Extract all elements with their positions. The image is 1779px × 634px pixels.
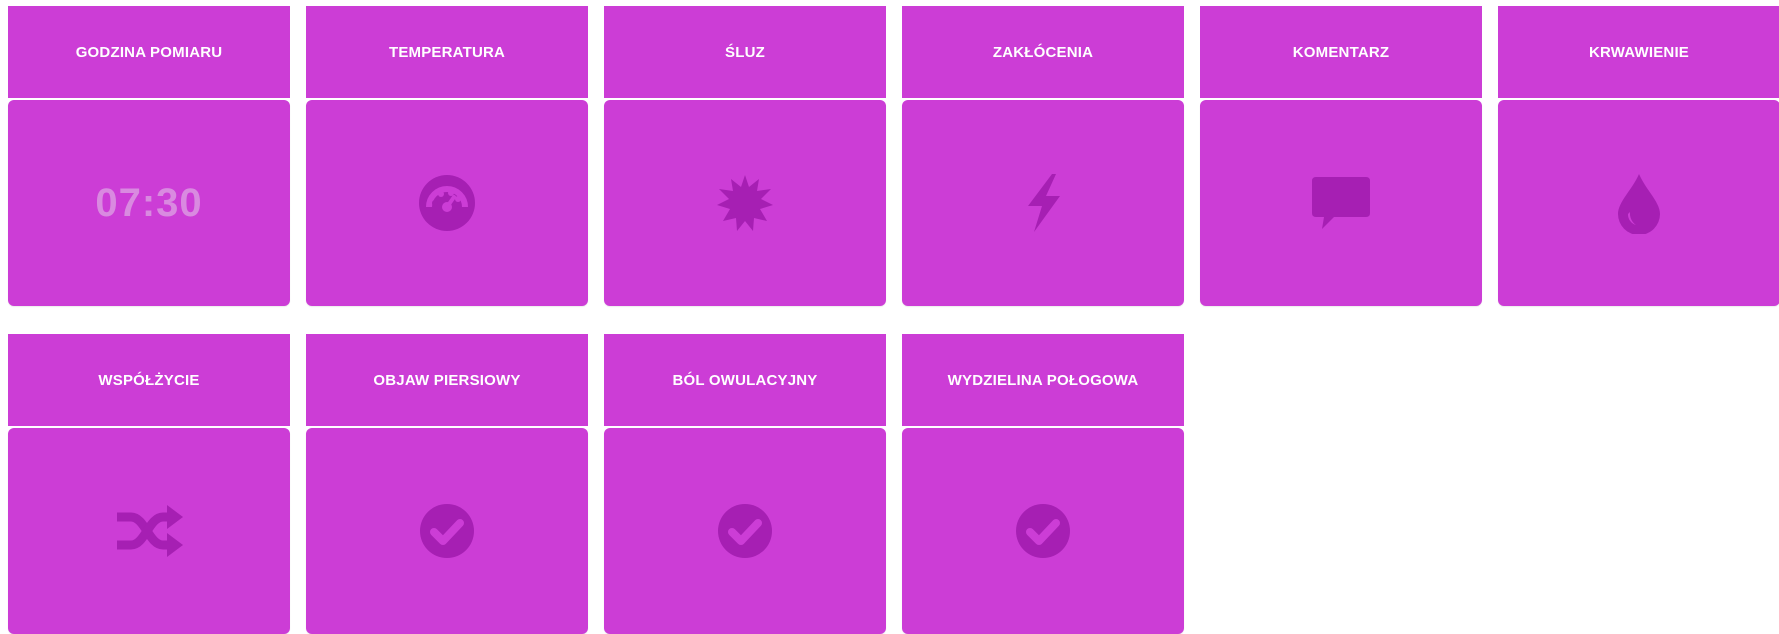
tile-bol-owulacyjny[interactable]: BÓL OWULACYJNY [604, 334, 886, 634]
check-circle-icon [717, 503, 773, 559]
tile-header-label: BÓL OWULACYJNY [604, 334, 886, 426]
dashboard-gauge-icon [417, 173, 477, 233]
tile-header-label: GODZINA POMIARU [8, 6, 290, 98]
tile-body[interactable] [1200, 100, 1482, 306]
check-circle-icon [1015, 503, 1071, 559]
tile-zaklocenia[interactable]: ZAKŁÓCENIA [902, 6, 1184, 306]
check-circle-icon [419, 503, 475, 559]
comment-icon [1310, 175, 1372, 231]
tile-wspolzycie[interactable]: WSPÓŁŻYCIE [8, 334, 290, 634]
tile-header-label: KOMENTARZ [1200, 6, 1482, 98]
time-value: 07:30 [95, 180, 203, 225]
tile-krwawienie[interactable]: KRWAWIENIE [1498, 6, 1779, 306]
tile-body[interactable]: 07:30 [8, 100, 290, 306]
tile-body[interactable] [604, 100, 886, 306]
bolt-icon [1018, 172, 1068, 234]
tile-header-label: WSPÓŁŻYCIE [8, 334, 290, 426]
tile-header-label: WYDZIELINA POŁOGOWA [902, 334, 1184, 426]
tile-header-label: ZAKŁÓCENIA [902, 6, 1184, 98]
certificate-burst-icon [715, 173, 775, 233]
random-shuffle-icon [115, 505, 183, 557]
tile-header-label: OBJAW PIERSIOWY [306, 334, 588, 426]
tile-header-label: KRWAWIENIE [1498, 6, 1779, 98]
tile-body[interactable] [902, 100, 1184, 306]
tile-body[interactable] [8, 428, 290, 634]
tile-body[interactable] [1498, 100, 1779, 306]
tile-body[interactable] [306, 100, 588, 306]
tile-body[interactable] [604, 428, 886, 634]
drop-icon [1616, 172, 1662, 234]
measurement-tiles-grid: GODZINA POMIARU 07:30 TEMPERATURA ŚLUZ Z… [0, 0, 1779, 634]
tile-objaw-piersiowy[interactable]: OBJAW PIERSIOWY [306, 334, 588, 634]
tile-sluz[interactable]: ŚLUZ [604, 6, 886, 306]
tile-komentarz[interactable]: KOMENTARZ [1200, 6, 1482, 306]
tile-header-label: TEMPERATURA [306, 6, 588, 98]
tile-wydzielina-pologowa[interactable]: WYDZIELINA POŁOGOWA [902, 334, 1184, 634]
tile-body[interactable] [902, 428, 1184, 634]
tile-body[interactable] [306, 428, 588, 634]
tile-header-label: ŚLUZ [604, 6, 886, 98]
tile-godzina-pomiaru[interactable]: GODZINA POMIARU 07:30 [8, 6, 290, 306]
tile-temperatura[interactable]: TEMPERATURA [306, 6, 588, 306]
